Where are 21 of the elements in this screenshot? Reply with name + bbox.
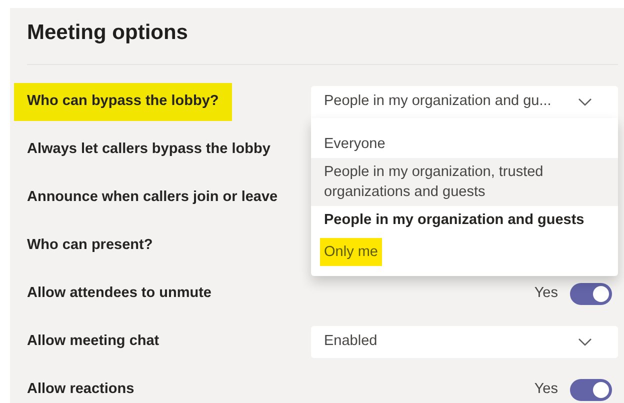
dropdown[interactable]: People in my organization and gu...	[311, 86, 618, 118]
option-label: Who can bypass the lobby?	[14, 83, 232, 121]
option-label: Announce when callers join or leave	[26, 188, 279, 208]
page-title: Meeting options	[27, 20, 189, 46]
option-label: Only me	[320, 238, 382, 266]
option-label: Always let callers bypass the lobby	[26, 140, 272, 160]
toggle-switch[interactable]	[570, 283, 612, 305]
option-label: Who can present?	[26, 236, 154, 256]
option-label: Allow meeting chat	[26, 332, 160, 352]
dropdown-option[interactable]: Only me	[311, 234, 618, 270]
chevron-down-icon	[578, 98, 592, 106]
dropdown-option[interactable]: People in my organization, trusted organizations and guests	[311, 158, 618, 206]
option-label: Allow attendees to unmute	[26, 284, 212, 304]
dropdown-option[interactable]: Everyone	[311, 130, 618, 158]
chevron-down-icon	[578, 338, 592, 346]
dropdown[interactable]: Enabled	[311, 326, 618, 358]
toggle-reading: Yes	[534, 284, 558, 304]
dropdown-option[interactable]: People in my organization and guests	[311, 206, 618, 234]
toggle-reading: Yes	[534, 380, 558, 400]
toggle-switch[interactable]	[570, 379, 612, 401]
option-label: Allow reactions	[26, 380, 136, 400]
